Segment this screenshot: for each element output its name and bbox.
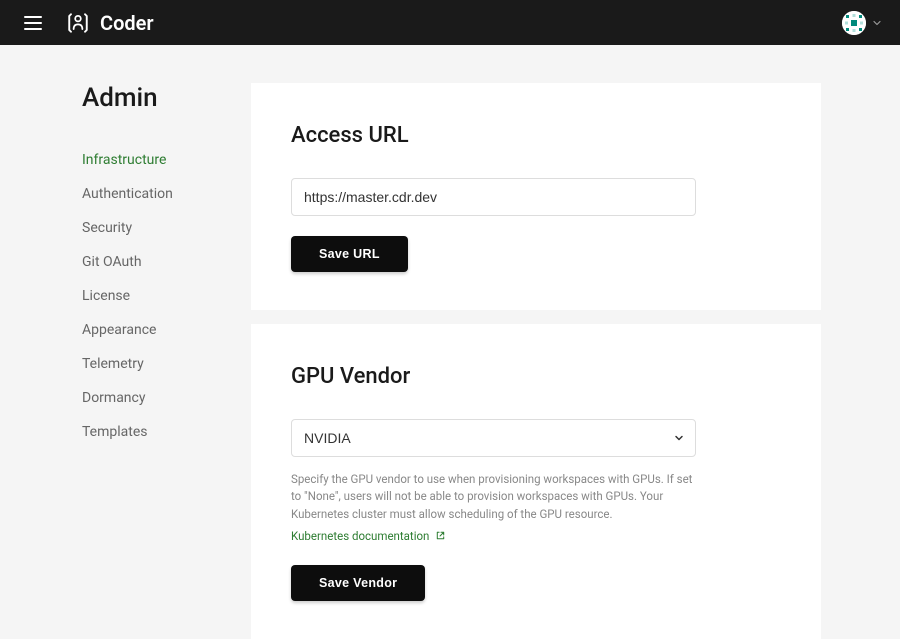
- sidebar-item-templates[interactable]: Templates: [82, 415, 217, 449]
- gpu-vendor-heading: GPU Vendor: [291, 364, 781, 389]
- sidebar-item-security[interactable]: Security: [82, 211, 217, 245]
- menu-button[interactable]: [20, 12, 46, 34]
- gpu-vendor-select-wrap: NVIDIA: [291, 419, 696, 457]
- admin-sidebar: Admin Infrastructure Authentication Secu…: [82, 83, 217, 639]
- gpu-vendor-panel: GPU Vendor NVIDIA Specify the GPU vendor…: [251, 324, 821, 639]
- page-title: Admin: [82, 83, 217, 113]
- sidebar-item-authentication[interactable]: Authentication: [82, 177, 217, 211]
- sidebar-item-telemetry[interactable]: Telemetry: [82, 347, 217, 381]
- chevron-down-icon: [872, 18, 882, 28]
- coder-logo-icon: [64, 9, 92, 37]
- page-body: Admin Infrastructure Authentication Secu…: [0, 45, 900, 639]
- external-link-icon: [435, 530, 446, 541]
- sidebar-item-git-oauth[interactable]: Git OAuth: [82, 245, 217, 279]
- sidebar-item-dormancy[interactable]: Dormancy: [82, 381, 217, 415]
- kubernetes-doc-link[interactable]: Kubernetes documentation: [291, 529, 446, 543]
- access-url-heading: Access URL: [291, 123, 781, 148]
- access-url-input[interactable]: [291, 178, 696, 216]
- gpu-vendor-help-text: Specify the GPU vendor to use when provi…: [291, 471, 696, 523]
- gpu-vendor-select[interactable]: NVIDIA: [291, 419, 696, 457]
- brand-name: Coder: [100, 11, 154, 35]
- avatar: [842, 11, 866, 35]
- main-content: Access URL Save URL GPU Vendor NVIDIA Sp…: [251, 83, 821, 639]
- brand[interactable]: Coder: [64, 9, 154, 37]
- doc-link-label: Kubernetes documentation: [291, 529, 429, 543]
- sidebar-item-appearance[interactable]: Appearance: [82, 313, 217, 347]
- save-vendor-button[interactable]: Save Vendor: [291, 565, 425, 601]
- app-header: Coder: [0, 0, 900, 45]
- header-left: Coder: [20, 9, 154, 37]
- sidebar-nav: Infrastructure Authentication Security G…: [82, 143, 217, 449]
- user-menu[interactable]: [842, 11, 882, 35]
- access-url-panel: Access URL Save URL: [251, 83, 821, 310]
- sidebar-item-license[interactable]: License: [82, 279, 217, 313]
- sidebar-item-infrastructure[interactable]: Infrastructure: [82, 143, 217, 177]
- save-url-button[interactable]: Save URL: [291, 236, 408, 272]
